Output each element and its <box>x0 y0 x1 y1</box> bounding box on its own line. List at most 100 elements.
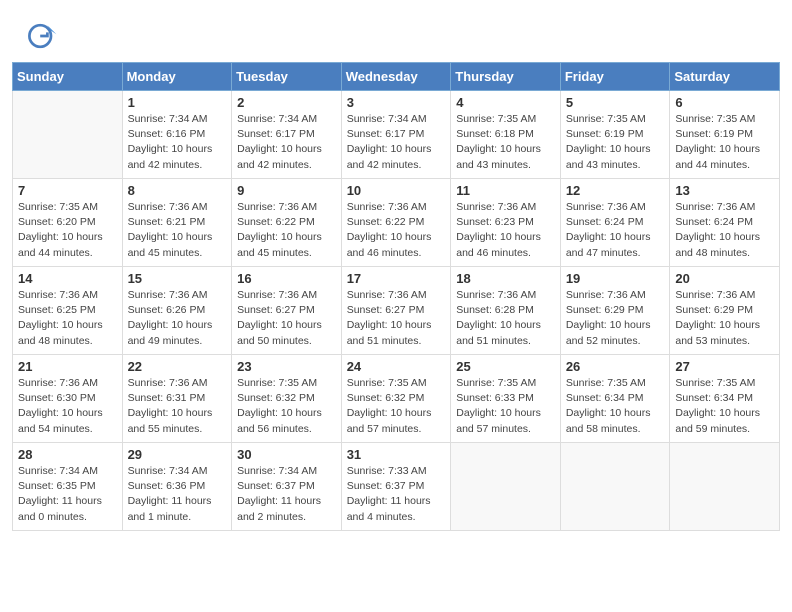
calendar-day-cell: 22 Sunrise: 7:36 AM Sunset: 6:31 PM Dayli… <box>122 355 232 443</box>
calendar-day-cell: 24Sunrise: 7:35 AM Sunset: 6:32 PM Dayli… <box>341 355 451 443</box>
day-number: 14 <box>18 271 117 286</box>
day-info: Sunrise: 7:36 AM Sunset: 6:25 PM Dayligh… <box>18 288 117 349</box>
calendar-day-cell: 18 Sunrise: 7:36 AM Sunset: 6:28 PM Dayli… <box>451 267 561 355</box>
calendar-day-cell: 3 Sunrise: 7:34 AM Sunset: 6:17 PM Daylig… <box>341 91 451 179</box>
calendar-week-row: 28 Sunrise: 7:34 AM Sunset: 6:35 PM Dayli… <box>13 443 780 531</box>
day-info: Sunrise: 7:35 AM Sunset: 6:20 PM Dayligh… <box>18 200 117 261</box>
day-info: Sunrise: 7:36 AM Sunset: 6:21 PM Dayligh… <box>128 200 227 261</box>
calendar-day-cell: 28 Sunrise: 7:34 AM Sunset: 6:35 PM Dayli… <box>13 443 123 531</box>
calendar-day-cell: 8Sunrise: 7:36 AM Sunset: 6:21 PM Daylig… <box>122 179 232 267</box>
day-number: 12 <box>566 183 665 198</box>
day-info: Sunrise: 7:34 AM Sunset: 6:16 PM Dayligh… <box>128 112 227 173</box>
calendar-day-cell: 27 Sunrise: 7:35 AM Sunset: 6:34 PM Dayli… <box>670 355 780 443</box>
day-number: 19 <box>566 271 665 286</box>
day-number: 22 <box>128 359 227 374</box>
calendar-day-cell <box>451 443 561 531</box>
day-info: Sunrise: 7:35 AM Sunset: 6:32 PM Dayligh… <box>237 376 336 437</box>
day-info: Sunrise: 7:36 AM Sunset: 6:29 PM Dayligh… <box>675 288 774 349</box>
calendar-day-cell: 19Sunrise: 7:36 AM Sunset: 6:29 PM Dayli… <box>560 267 670 355</box>
day-number: 18 <box>456 271 555 286</box>
calendar-day-cell: 20 Sunrise: 7:36 AM Sunset: 6:29 PM Dayli… <box>670 267 780 355</box>
day-info: Sunrise: 7:34 AM Sunset: 6:17 PM Dayligh… <box>237 112 336 173</box>
day-number: 29 <box>128 447 227 462</box>
calendar-day-cell: 17 Sunrise: 7:36 AM Sunset: 6:27 PM Dayli… <box>341 267 451 355</box>
calendar-week-row: 7 Sunrise: 7:35 AM Sunset: 6:20 PM Daylig… <box>13 179 780 267</box>
day-of-week-header: Friday <box>560 63 670 91</box>
day-number: 1 <box>128 95 227 110</box>
day-info: Sunrise: 7:36 AM Sunset: 6:30 PM Dayligh… <box>18 376 117 437</box>
day-number: 28 <box>18 447 117 462</box>
day-info: Sunrise: 7:36 AM Sunset: 6:23 PM Dayligh… <box>456 200 555 261</box>
day-info: Sunrise: 7:35 AM Sunset: 6:33 PM Dayligh… <box>456 376 555 437</box>
calendar-header: SundayMondayTuesdayWednesdayThursdayFrid… <box>13 63 780 91</box>
day-number: 30 <box>237 447 336 462</box>
calendar-body: 1 Sunrise: 7:34 AM Sunset: 6:16 PM Daylig… <box>13 91 780 531</box>
calendar-day-cell: 12Sunrise: 7:36 AM Sunset: 6:24 PM Dayli… <box>560 179 670 267</box>
day-number: 7 <box>18 183 117 198</box>
day-of-week-header: Wednesday <box>341 63 451 91</box>
day-info: Sunrise: 7:36 AM Sunset: 6:27 PM Dayligh… <box>347 288 446 349</box>
day-number: 31 <box>347 447 446 462</box>
calendar-day-cell: 9 Sunrise: 7:36 AM Sunset: 6:22 PM Daylig… <box>232 179 342 267</box>
day-number: 17 <box>347 271 446 286</box>
day-number: 27 <box>675 359 774 374</box>
day-number: 9 <box>237 183 336 198</box>
logo-icon <box>24 18 60 54</box>
day-info: Sunrise: 7:34 AM Sunset: 6:17 PM Dayligh… <box>347 112 446 173</box>
calendar-day-cell: 7 Sunrise: 7:35 AM Sunset: 6:20 PM Daylig… <box>13 179 123 267</box>
calendar-week-row: 14 Sunrise: 7:36 AM Sunset: 6:25 PM Dayli… <box>13 267 780 355</box>
day-number: 13 <box>675 183 774 198</box>
day-number: 21 <box>18 359 117 374</box>
calendar-day-cell: 21 Sunrise: 7:36 AM Sunset: 6:30 PM Dayli… <box>13 355 123 443</box>
day-info: Sunrise: 7:35 AM Sunset: 6:34 PM Dayligh… <box>566 376 665 437</box>
day-number: 4 <box>456 95 555 110</box>
day-info: Sunrise: 7:34 AM Sunset: 6:35 PM Dayligh… <box>18 464 117 525</box>
calendar-day-cell <box>560 443 670 531</box>
calendar-day-cell: 6Sunrise: 7:35 AM Sunset: 6:19 PM Daylig… <box>670 91 780 179</box>
day-info: Sunrise: 7:35 AM Sunset: 6:32 PM Dayligh… <box>347 376 446 437</box>
day-of-week-header: Saturday <box>670 63 780 91</box>
day-number: 2 <box>237 95 336 110</box>
day-info: Sunrise: 7:34 AM Sunset: 6:36 PM Dayligh… <box>128 464 227 525</box>
calendar-day-cell: 13 Sunrise: 7:36 AM Sunset: 6:24 PM Dayli… <box>670 179 780 267</box>
day-info: Sunrise: 7:35 AM Sunset: 6:18 PM Dayligh… <box>456 112 555 173</box>
day-number: 23 <box>237 359 336 374</box>
day-number: 11 <box>456 183 555 198</box>
header <box>0 0 792 62</box>
calendar-day-cell: 15 Sunrise: 7:36 AM Sunset: 6:26 PM Dayli… <box>122 267 232 355</box>
calendar-day-cell: 5Sunrise: 7:35 AM Sunset: 6:19 PM Daylig… <box>560 91 670 179</box>
calendar-week-row: 1 Sunrise: 7:34 AM Sunset: 6:16 PM Daylig… <box>13 91 780 179</box>
day-number: 20 <box>675 271 774 286</box>
day-number: 26 <box>566 359 665 374</box>
day-info: Sunrise: 7:34 AM Sunset: 6:37 PM Dayligh… <box>237 464 336 525</box>
day-info: Sunrise: 7:33 AM Sunset: 6:37 PM Dayligh… <box>347 464 446 525</box>
day-info: Sunrise: 7:35 AM Sunset: 6:19 PM Dayligh… <box>566 112 665 173</box>
day-of-week-header: Tuesday <box>232 63 342 91</box>
day-number: 25 <box>456 359 555 374</box>
day-number: 15 <box>128 271 227 286</box>
day-number: 10 <box>347 183 446 198</box>
calendar-day-cell: 23 Sunrise: 7:35 AM Sunset: 6:32 PM Dayli… <box>232 355 342 443</box>
day-info: Sunrise: 7:36 AM Sunset: 6:31 PM Dayligh… <box>128 376 227 437</box>
day-info: Sunrise: 7:36 AM Sunset: 6:26 PM Dayligh… <box>128 288 227 349</box>
day-number: 6 <box>675 95 774 110</box>
day-number: 3 <box>347 95 446 110</box>
calendar-day-cell: 1 Sunrise: 7:34 AM Sunset: 6:16 PM Daylig… <box>122 91 232 179</box>
day-info: Sunrise: 7:36 AM Sunset: 6:24 PM Dayligh… <box>675 200 774 261</box>
calendar-day-cell: 2 Sunrise: 7:34 AM Sunset: 6:17 PM Daylig… <box>232 91 342 179</box>
calendar-day-cell: 29 Sunrise: 7:34 AM Sunset: 6:36 PM Dayli… <box>122 443 232 531</box>
calendar-day-cell: 10 Sunrise: 7:36 AM Sunset: 6:22 PM Dayli… <box>341 179 451 267</box>
day-info: Sunrise: 7:36 AM Sunset: 6:27 PM Dayligh… <box>237 288 336 349</box>
calendar-day-cell <box>13 91 123 179</box>
day-info: Sunrise: 7:36 AM Sunset: 6:22 PM Dayligh… <box>237 200 336 261</box>
day-info: Sunrise: 7:35 AM Sunset: 6:34 PM Dayligh… <box>675 376 774 437</box>
calendar-day-cell: 16Sunrise: 7:36 AM Sunset: 6:27 PM Dayli… <box>232 267 342 355</box>
header-row: SundayMondayTuesdayWednesdayThursdayFrid… <box>13 63 780 91</box>
day-info: Sunrise: 7:36 AM Sunset: 6:22 PM Dayligh… <box>347 200 446 261</box>
calendar-day-cell: 30 Sunrise: 7:34 AM Sunset: 6:37 PM Dayli… <box>232 443 342 531</box>
calendar-day-cell <box>670 443 780 531</box>
day-info: Sunrise: 7:36 AM Sunset: 6:28 PM Dayligh… <box>456 288 555 349</box>
calendar-day-cell: 26 Sunrise: 7:35 AM Sunset: 6:34 PM Dayli… <box>560 355 670 443</box>
logo <box>24 18 66 54</box>
calendar-day-cell: 11 Sunrise: 7:36 AM Sunset: 6:23 PM Dayli… <box>451 179 561 267</box>
